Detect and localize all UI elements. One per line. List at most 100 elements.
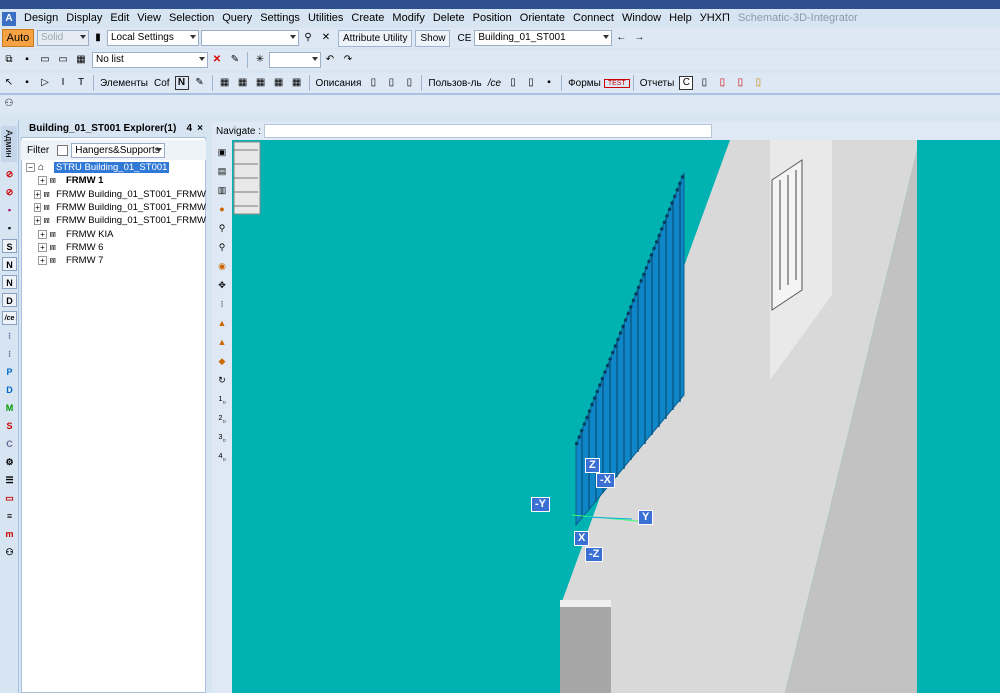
text-tool-icon[interactable]: T <box>74 76 88 90</box>
zoom-icon[interactable]: ⚲ <box>215 240 229 254</box>
menu-selection[interactable]: Selection <box>165 9 218 28</box>
tree-row[interactable]: + ⩎ FRMW 6 <box>26 241 206 254</box>
ce-dropdown[interactable]: Building_01_ST001 <box>474 30 613 46</box>
menu-view[interactable]: View <box>133 9 165 28</box>
filter-checkbox[interactable] <box>57 144 69 156</box>
document-icon[interactable]: ▯ <box>366 76 380 90</box>
zoom-icon[interactable]: ⚲ <box>215 221 229 235</box>
undo-icon[interactable]: ↶ <box>323 53 337 67</box>
attribute-utility-button[interactable]: Attribute Utility <box>338 29 413 47</box>
report-icon[interactable]: ▯ <box>697 76 711 90</box>
expand-icon[interactable]: + <box>38 242 47 252</box>
back-arrow-icon[interactable]: ← <box>614 31 628 45</box>
show-button[interactable]: Show <box>415 29 451 47</box>
camera-3-icon[interactable]: 3▫ <box>215 430 229 445</box>
admin-tab[interactable]: Админ <box>1 126 17 162</box>
view-icon[interactable]: ▣ <box>215 145 229 159</box>
menu-icon[interactable]: ≡ <box>2 509 17 523</box>
view-icon[interactable]: ▲ <box>215 316 229 330</box>
close-icon[interactable]: × <box>197 120 203 138</box>
expand-icon[interactable]: + <box>34 203 41 213</box>
grid-icon[interactable]: ▦ <box>254 76 268 90</box>
tree-row[interactable]: + ⩎ FRMW Building_01_ST001_FRMW <box>26 188 206 201</box>
play-icon[interactable]: ▷ <box>38 76 52 90</box>
menu-orientate[interactable]: Orientate <box>516 9 569 28</box>
descriptions-label[interactable]: Описания <box>313 78 365 89</box>
highlight-icon[interactable]: ✳ <box>253 53 267 67</box>
clear-icon[interactable]: ✕ <box>319 31 333 45</box>
menu-position[interactable]: Position <box>469 9 516 28</box>
ice-button[interactable]: /ce <box>485 78 504 89</box>
tree-row[interactable]: + ⩎ FRMW 1 <box>26 174 206 187</box>
redo-icon[interactable]: ↷ <box>341 53 355 67</box>
view-icon[interactable]: ▥ <box>215 183 229 197</box>
d-icon[interactable]: D <box>2 383 17 397</box>
report-icon[interactable]: ▯ <box>751 76 765 90</box>
s-icon[interactable]: S <box>2 419 17 433</box>
n-icon[interactable]: N <box>2 257 17 271</box>
auto-button[interactable]: Auto <box>2 29 34 47</box>
solid-dropdown[interactable]: Solid <box>37 30 89 46</box>
filter-dropdown[interactable]: Hangers&Supports <box>71 142 166 158</box>
menu-settings[interactable]: Settings <box>256 9 304 28</box>
pointer-icon[interactable]: ↖ <box>2 76 16 90</box>
forms-label[interactable]: Формы <box>565 78 604 89</box>
test-icon[interactable]: ▭ <box>2 491 17 505</box>
expand-icon[interactable]: + <box>38 229 47 239</box>
n-icon[interactable]: N <box>174 76 189 90</box>
refresh-icon[interactable]: ↻ <box>215 373 229 387</box>
copy-icon[interactable]: ⧉ <box>2 53 16 67</box>
menu-window[interactable]: Window <box>618 9 665 28</box>
grid-icon[interactable]: ▦ <box>290 76 304 90</box>
save-icon[interactable]: ▪ <box>20 53 34 67</box>
test-button[interactable]: TEST <box>603 78 630 88</box>
faded-icon[interactable]: ⁝ <box>2 329 17 343</box>
list-dropdown[interactable]: No list <box>92 52 208 68</box>
window-icon[interactable]: ▭ <box>38 53 52 67</box>
table-icon[interactable]: ▦ <box>74 53 88 67</box>
report-icon[interactable]: m <box>2 527 17 541</box>
history-dropdown[interactable] <box>269 52 321 68</box>
camera-4-icon[interactable]: 4▫ <box>215 449 229 464</box>
grid-icon[interactable]: ▦ <box>218 76 232 90</box>
document-icon[interactable]: ▯ <box>384 76 398 90</box>
elements-menu[interactable]: Элементы <box>97 78 151 89</box>
navigate-input[interactable] <box>264 124 713 138</box>
stop-icon[interactable]: ⊘ <box>2 167 17 181</box>
s-icon[interactable]: S <box>2 239 17 253</box>
menu-connect[interactable]: Connect <box>569 9 618 28</box>
menu-design[interactable]: Design <box>20 9 62 28</box>
camera-1-icon[interactable]: 1▫ <box>215 392 229 407</box>
user-menu[interactable]: Пользов-ль <box>425 78 484 89</box>
save-icon[interactable]: ▪ <box>2 221 17 235</box>
menu-modify[interactable]: Modify <box>388 9 428 28</box>
expand-icon[interactable]: + <box>34 216 41 226</box>
faded-icon[interactable]: ⁝ <box>2 347 17 361</box>
reports-label[interactable]: Отчеты <box>637 78 678 89</box>
pin-icon[interactable]: 4 <box>186 120 192 138</box>
walk-icon[interactable]: ⁝ <box>215 297 229 311</box>
blank-dropdown[interactable] <box>201 30 299 46</box>
menu-utilities[interactable]: Utilities <box>304 9 347 28</box>
menu-unhp[interactable]: УНХП <box>696 9 734 28</box>
3d-viewport[interactable]: Z -X -Y Y X -Z <box>232 140 1000 693</box>
pan-icon[interactable]: ✥ <box>215 278 229 292</box>
stop-icon[interactable]: ⊘ <box>2 185 17 199</box>
c-button[interactable]: C <box>679 76 694 90</box>
forward-arrow-icon[interactable]: → <box>632 31 646 45</box>
menu-display[interactable]: Display <box>62 9 106 28</box>
ice-icon[interactable]: /ce <box>2 311 17 325</box>
d-icon[interactable]: D <box>2 293 17 307</box>
tree-row[interactable]: + ⩎ FRMW Building_01_ST001_FRMW <box>26 201 206 214</box>
pencil-icon[interactable]: ✎ <box>193 76 207 90</box>
view-icon[interactable]: ▤ <box>215 164 229 178</box>
users-icon[interactable]: ⚇ <box>2 545 17 559</box>
tree-row[interactable]: − ⌂ STRU Building_01_ST001 <box>26 161 206 174</box>
collapse-icon[interactable]: − <box>26 163 35 173</box>
expand-icon[interactable]: + <box>34 189 41 199</box>
save-icon[interactable]: ▪ <box>2 203 17 217</box>
p-icon[interactable]: P <box>2 365 17 379</box>
text-cursor-icon[interactable]: I <box>56 76 70 90</box>
grid-icon[interactable]: ▦ <box>236 76 250 90</box>
expand-icon[interactable]: + <box>38 176 47 186</box>
